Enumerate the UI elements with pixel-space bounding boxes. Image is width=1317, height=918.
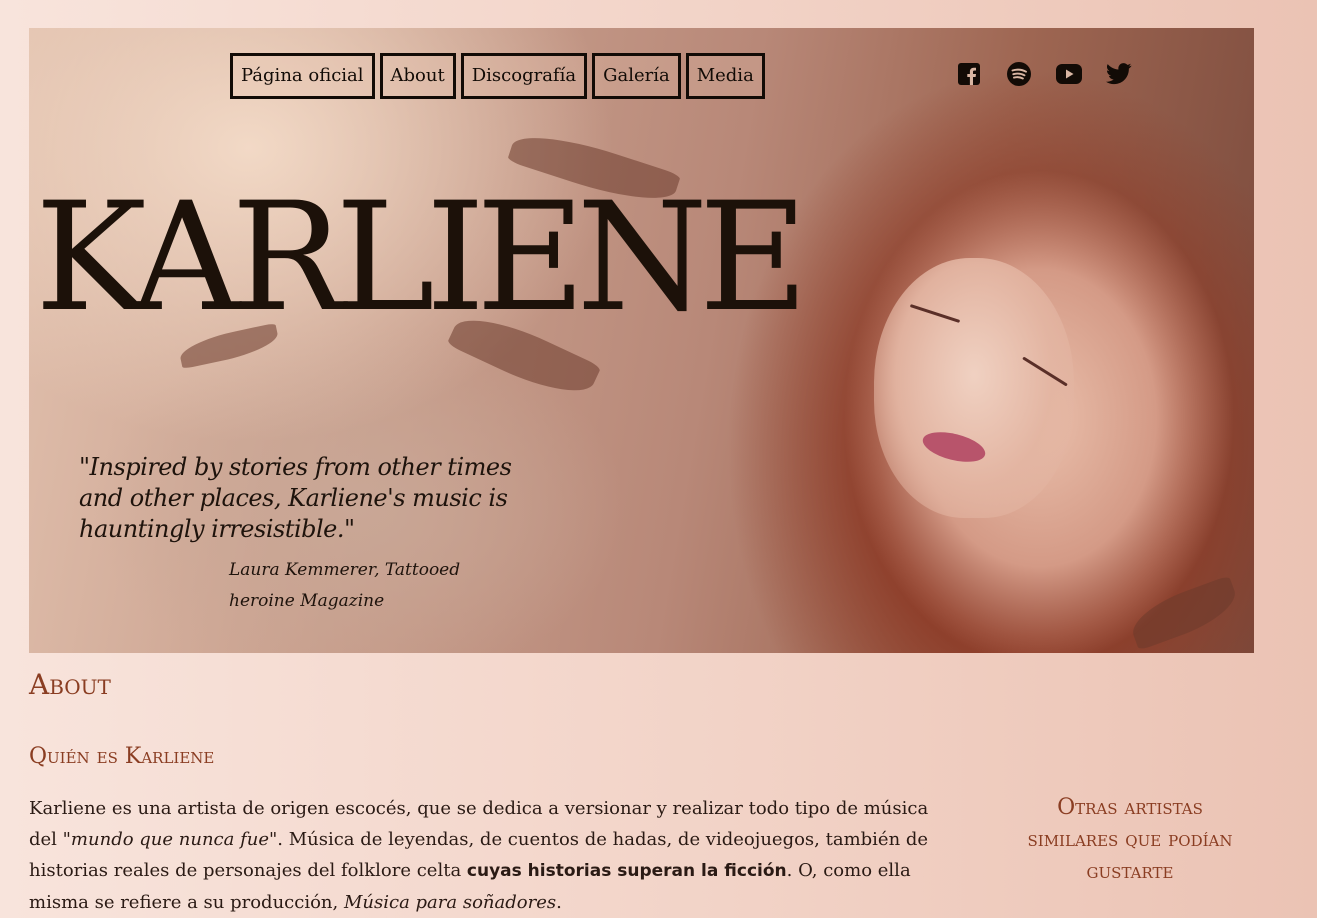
hero-banner: Página oficial About Discografía Galería… <box>29 28 1254 653</box>
who-heading: Quién es Karliene <box>29 744 215 769</box>
similar-artists-heading: Otras artistas similares que podían gust… <box>1027 795 1233 884</box>
nav-pagina-oficial[interactable]: Página oficial <box>230 53 375 99</box>
quote-attribution: Laura Kemmerer, Tattooed heroine Magazin… <box>229 560 461 611</box>
hero-quote: "Inspired by stories from other times an… <box>79 453 512 543</box>
youtube-icon[interactable] <box>1054 59 1083 88</box>
spotify-icon[interactable] <box>1004 59 1033 88</box>
paragraph-text: . <box>556 892 562 913</box>
leaf-decoration <box>1125 575 1243 651</box>
paragraph-emphasis: "mundo que nunca fue" <box>62 829 278 850</box>
main-nav: Página oficial About Discografía Galería… <box>230 53 765 99</box>
nav-about[interactable]: About <box>379 53 456 99</box>
about-heading: About <box>29 668 111 701</box>
about-paragraph: Karliene es una artista de origen escocé… <box>29 793 959 918</box>
paragraph-emphasis: Música para soñadores <box>343 892 557 913</box>
nav-galeria[interactable]: Galería <box>592 53 681 99</box>
social-links <box>954 59 1133 88</box>
nav-discografia[interactable]: Discografía <box>460 53 588 99</box>
facebook-icon[interactable] <box>954 59 983 88</box>
nav-media[interactable]: Media <box>685 53 765 99</box>
artist-title: KARLIENE <box>35 171 808 345</box>
singer-face <box>874 258 1074 518</box>
twitter-icon[interactable] <box>1104 59 1133 88</box>
paragraph-strong: cuyas historias superan la ficción <box>466 861 787 881</box>
